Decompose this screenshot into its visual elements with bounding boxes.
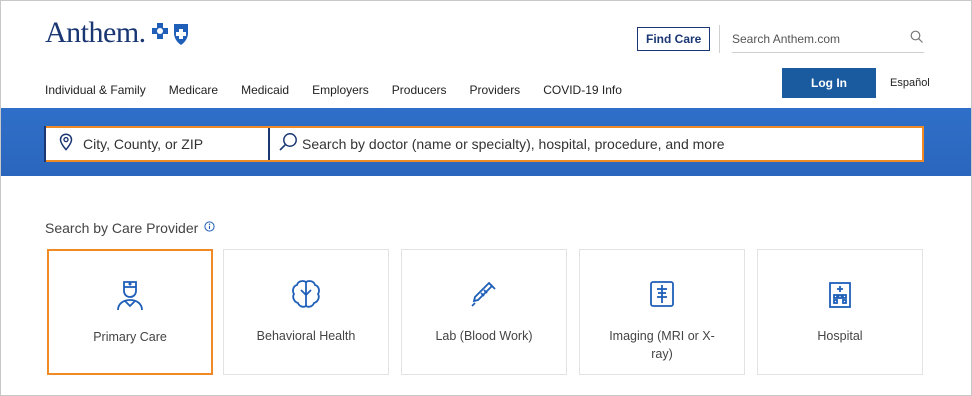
provider-card-label: Imaging (MRI or X-ray)	[609, 329, 715, 361]
provider-card-behavioral-health[interactable]: Behavioral Health	[223, 249, 389, 375]
care-query-input[interactable]: Search by doctor (name or specialty), ho…	[270, 128, 922, 160]
main-nav: Individual & Family Medicare Medicaid Em…	[45, 83, 645, 97]
location-placeholder: City, County, or ZIP	[83, 136, 204, 152]
care-query-placeholder: Search by doctor (name or specialty), ho…	[302, 136, 725, 152]
provider-card-label: Primary Care	[93, 330, 167, 344]
brain-icon	[290, 277, 322, 311]
login-button[interactable]: Log In	[782, 68, 876, 98]
search-icon[interactable]	[910, 30, 924, 49]
anthem-logo[interactable]: Anthem .	[45, 16, 192, 50]
nav-item-employers[interactable]: Employers	[312, 83, 369, 97]
site-search-placeholder: Search Anthem.com	[732, 32, 841, 46]
nav-item-medicare[interactable]: Medicare	[169, 83, 218, 97]
provider-section-title-text: Search by Care Provider	[45, 220, 199, 236]
provider-card-label: Behavioral Health	[256, 329, 356, 343]
nav-item-medicaid[interactable]: Medicaid	[241, 83, 289, 97]
provider-card-imaging[interactable]: Imaging (MRI or X-ray)	[579, 249, 745, 375]
logo-dot: .	[138, 16, 147, 49]
provider-card-label: Lab (Blood Work)	[435, 329, 533, 343]
nav-item-providers[interactable]: Providers	[470, 83, 521, 97]
espanol-link[interactable]: Español	[890, 77, 930, 89]
syringe-icon	[469, 277, 499, 311]
blue-cross-blue-shield-icon	[150, 21, 192, 47]
logo-text: Anthem	[45, 16, 139, 49]
location-accent	[44, 126, 46, 162]
provider-card-label: Hospital	[817, 329, 863, 343]
nav-item-producers[interactable]: Producers	[392, 83, 447, 97]
nav-item-individual-family[interactable]: Individual & Family	[45, 83, 146, 97]
search-underline	[732, 52, 924, 53]
site-search-input[interactable]: Search Anthem.com	[732, 25, 924, 53]
page: Anthem . Find Care Search Anthem.com Ind…	[0, 0, 972, 396]
find-care-button[interactable]: Find Care	[637, 27, 711, 51]
nav-item-covid-info[interactable]: COVID-19 Info	[543, 83, 622, 97]
info-icon[interactable]	[204, 219, 215, 237]
provider-card-lab[interactable]: Lab (Blood Work)	[401, 249, 567, 375]
provider-card-primary-care[interactable]: Primary Care	[47, 249, 213, 375]
map-pin-icon	[59, 132, 73, 156]
hospital-icon	[826, 277, 854, 311]
provider-card-hospital[interactable]: Hospital	[757, 249, 923, 375]
location-input[interactable]: City, County, or ZIP	[44, 126, 270, 162]
xray-icon	[648, 277, 676, 311]
provider-section-title: Search by Care Provider	[45, 219, 215, 237]
search-icon	[278, 132, 298, 157]
doctor-icon	[115, 278, 145, 312]
header-divider	[719, 25, 720, 53]
care-search-bar: City, County, or ZIP Search by doctor (n…	[44, 126, 924, 162]
